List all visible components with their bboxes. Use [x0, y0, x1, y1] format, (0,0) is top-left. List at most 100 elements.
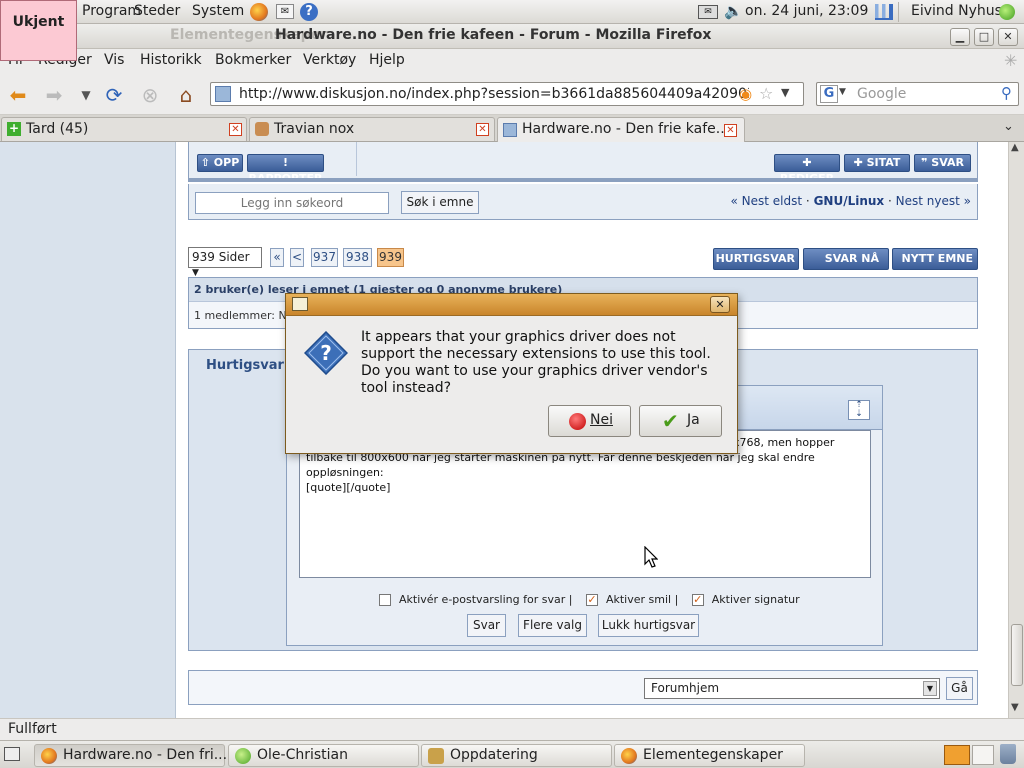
forum-jump-go-button[interactable]: Gå: [946, 677, 973, 700]
firefox-launcher-icon[interactable]: [250, 3, 268, 21]
search-go-icon[interactable]: ⚲: [1001, 84, 1012, 102]
dialog-message: It appears that your graphics driver doe…: [361, 329, 711, 396]
task-ole-christian[interactable]: Ole-Christian: [228, 744, 419, 767]
minimize-button[interactable]: ▁: [950, 28, 970, 46]
search-box[interactable]: G ▼ Google ⚲: [816, 82, 1019, 106]
yes-button[interactable]: ✔ Ja: [639, 405, 722, 437]
task-update[interactable]: Oppdatering: [421, 744, 612, 767]
search-placeholder[interactable]: Google: [857, 86, 906, 102]
page-first[interactable]: «: [270, 248, 284, 267]
status-text: Fullført: [8, 721, 57, 737]
topic-search-input[interactable]: [195, 192, 389, 214]
bottom-panel: Hardware.no - Den fri... Ole-Christian O…: [0, 740, 1024, 768]
tab-close-icon[interactable]: ✕: [724, 124, 737, 137]
home-icon[interactable]: ⌂: [174, 83, 198, 107]
svg-text:?: ?: [320, 341, 332, 365]
mail-notify-icon[interactable]: ✉: [698, 5, 718, 19]
tab-list-chevron-icon[interactable]: ⌄: [1003, 119, 1014, 134]
page-937[interactable]: 937: [311, 248, 338, 267]
more-options-button[interactable]: Flere valg: [518, 614, 587, 637]
volume-icon[interactable]: 🔈: [724, 2, 743, 20]
site-favicon-icon: [503, 123, 517, 137]
reply-options: Aktivér e-postvarsling for svar | ✓ Aktiv…: [379, 593, 800, 606]
close-window-button[interactable]: ✕: [998, 28, 1018, 46]
navigation-toolbar: ⬅ ➡ ▼ ⟳ ⊗ ⌂ http://www.diskusjon.no/inde…: [0, 73, 1024, 115]
panel-menu-places[interactable]: Steder: [134, 3, 180, 19]
workspace-2-icon[interactable]: [972, 745, 994, 765]
email-notify-checkbox[interactable]: [379, 594, 391, 606]
tab-travian[interactable]: Travian nox ✕: [249, 117, 495, 141]
user-name[interactable]: Eivind Nyhus: [911, 3, 1002, 19]
quickreply-button[interactable]: HURTIGSVAR: [713, 248, 799, 270]
menu-view[interactable]: Vis: [104, 52, 124, 68]
smilies-checkbox[interactable]: ✓: [585, 594, 598, 606]
no-button[interactable]: Nei: [548, 405, 631, 437]
panel-menu-system[interactable]: System: [192, 3, 244, 19]
sticky-note[interactable]: Ukjent: [0, 0, 77, 61]
google-engine-icon[interactable]: G: [820, 85, 838, 103]
url-dropdown-icon[interactable]: ▼: [781, 86, 789, 99]
rss-feed-icon[interactable]: ◉: [739, 85, 752, 103]
scroll-thumb[interactable]: [1011, 624, 1023, 686]
submit-reply-button[interactable]: Svar: [467, 614, 506, 637]
page-scrollbar[interactable]: ▲ ▼: [1008, 142, 1024, 718]
url-bar[interactable]: http://www.diskusjon.no/index.php?sessio…: [210, 82, 804, 106]
mouse-cursor-icon: [644, 546, 658, 568]
scroll-up-icon[interactable]: ▲: [1011, 142, 1019, 153]
quote-button[interactable]: ✚ SITAT: [844, 154, 910, 172]
question-icon: ?: [304, 331, 348, 375]
trash-icon[interactable]: [1000, 744, 1016, 764]
firefox-icon: [621, 748, 637, 764]
tab-tard[interactable]: + Tard (45) ✕: [1, 117, 247, 141]
forum-jump-select[interactable]: Forumhjem ▼: [644, 678, 940, 699]
edit-button[interactable]: ✚ REDIGER: [774, 154, 840, 185]
page-939-current: 939: [377, 248, 404, 267]
help-launcher-icon[interactable]: ?: [300, 3, 318, 21]
task-firefox[interactable]: Hardware.no - Den fri...: [34, 744, 227, 767]
tab-close-icon[interactable]: ✕: [229, 123, 242, 136]
forward-icon[interactable]: ➡: [42, 83, 66, 107]
reply-button[interactable]: ❞ SVAR: [914, 154, 971, 172]
mail-launcher-icon[interactable]: ✉: [276, 4, 294, 19]
menu-tools[interactable]: Verktøy: [303, 52, 356, 68]
quickreply-title: Hurtigsvar: [206, 358, 284, 373]
check-icon: ✔: [662, 409, 679, 433]
forum-category-link[interactable]: GNU/Linux: [814, 194, 885, 208]
task-element-properties[interactable]: Elementegenskaper: [614, 744, 805, 767]
signature-checkbox[interactable]: ✓: [691, 594, 704, 606]
report-button[interactable]: ! RAPPORTER: [247, 154, 324, 185]
next-topic-link[interactable]: Nest nyest »: [896, 194, 971, 208]
clock[interactable]: on. 24 juni, 23:09: [745, 3, 868, 19]
engine-dropdown-icon[interactable]: ▼: [839, 87, 846, 97]
resize-editor-icon[interactable]: ⇡ ⇣: [848, 400, 870, 420]
tab-hardware[interactable]: Hardware.no - Den frie kafe... ✕: [497, 117, 745, 143]
search-topic-button[interactable]: Søk i emne: [401, 191, 479, 214]
back-icon[interactable]: ⬅: [6, 83, 30, 107]
reload-icon[interactable]: ⟳: [102, 83, 126, 107]
pages-select[interactable]: 939 Sider ▼: [188, 247, 262, 278]
panel-menu-applications[interactable]: Program: [82, 3, 141, 19]
reply-now-button[interactable]: SVAR NÅ: [803, 248, 889, 270]
menu-bookmarks[interactable]: Bokmerker: [215, 52, 291, 68]
page-prev[interactable]: <: [290, 248, 304, 267]
menu-help[interactable]: Hjelp: [369, 52, 405, 68]
page-938[interactable]: 938: [343, 248, 372, 267]
up-button[interactable]: ⇧ OPP: [197, 154, 243, 172]
stop-icon[interactable]: ⊗: [138, 83, 162, 107]
workspace-1-icon[interactable]: [944, 745, 970, 765]
history-dropdown-icon[interactable]: ▼: [74, 83, 98, 107]
url-text[interactable]: http://www.diskusjon.no/index.php?sessio…: [239, 86, 749, 102]
show-desktop-icon[interactable]: [4, 747, 20, 761]
new-topic-button[interactable]: NYTT EMNE: [892, 248, 978, 270]
scroll-down-icon[interactable]: ▼: [1011, 702, 1019, 713]
bookmark-star-icon[interactable]: ☆: [759, 84, 773, 103]
close-quickreply-button[interactable]: Lukk hurtigsvar: [598, 614, 699, 637]
menu-history[interactable]: Historikk: [140, 52, 202, 68]
prev-topic-link[interactable]: « Nest eldst: [731, 194, 803, 208]
post-footer: ⇧ OPP ! RAPPORTER ✚ REDIGER ✚ SITAT ❞ SV…: [188, 142, 978, 185]
status-bar: Fullført: [0, 718, 1024, 740]
maximize-button[interactable]: □: [974, 28, 994, 46]
tab-close-icon[interactable]: ✕: [476, 123, 489, 136]
dialog-close-button[interactable]: ✕: [710, 296, 730, 313]
network-signal-icon[interactable]: [875, 4, 893, 20]
